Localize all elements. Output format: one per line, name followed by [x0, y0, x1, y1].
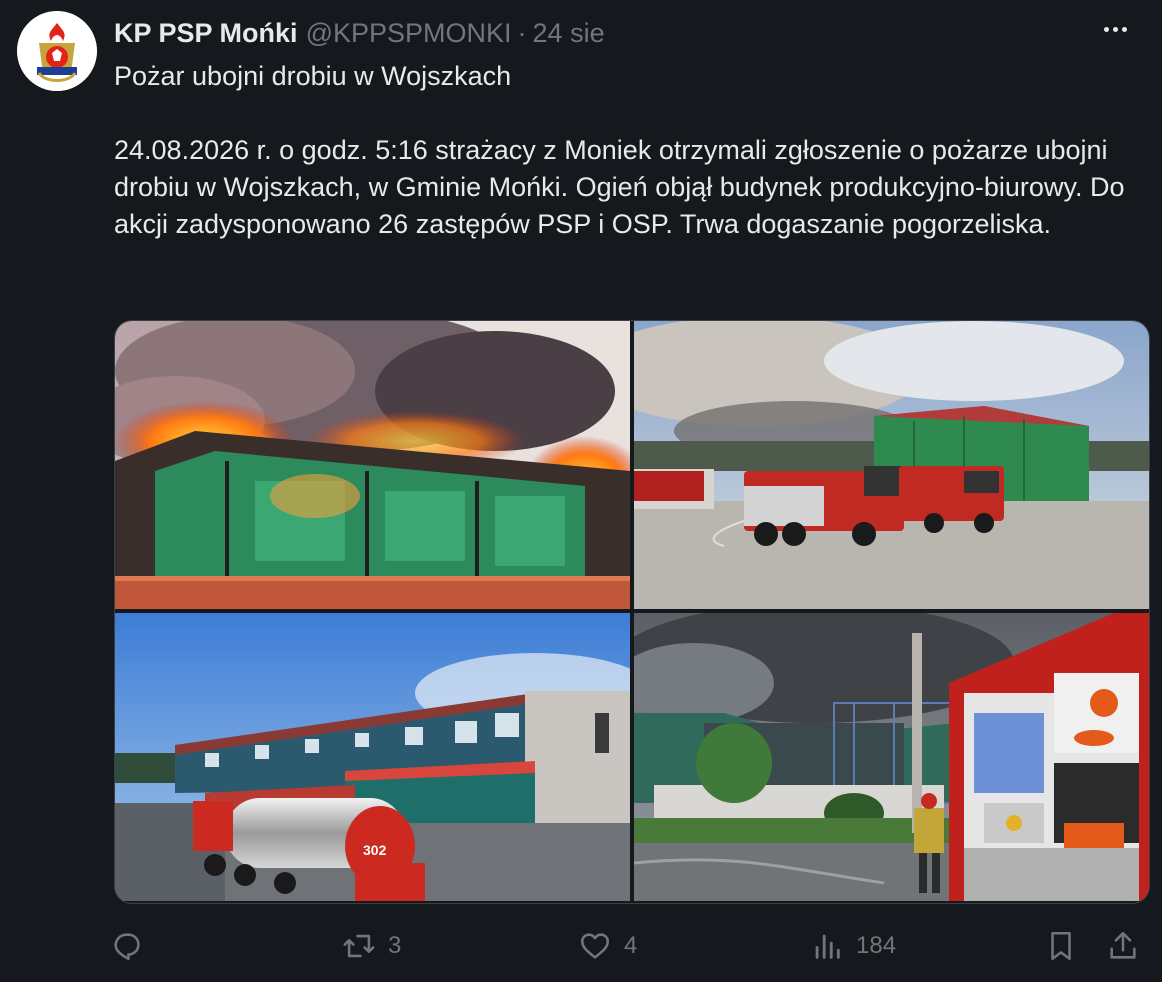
photo-burned-hall[interactable]: [634, 613, 1149, 901]
share-icon: [1110, 931, 1136, 959]
tweet-text: Pożar ubojni drobiu w Wojszkach 24.08.20…: [114, 61, 1125, 239]
retweet-count: 3: [388, 932, 402, 959]
author-name[interactable]: KP PSP Mońki: [114, 18, 298, 49]
tweet-timestamp[interactable]: 24 sie: [533, 18, 605, 49]
author-handle[interactable]: @KPPSPMONKI: [306, 18, 512, 49]
tanker-number: 302: [363, 842, 387, 858]
media-grid: 302: [114, 320, 1150, 904]
retweet-button[interactable]: 3: [342, 926, 401, 966]
psp-emblem-icon: [17, 11, 97, 91]
views-button[interactable]: 184: [810, 926, 896, 966]
heart-icon: [580, 933, 610, 959]
photo-fire-trucks[interactable]: [634, 321, 1149, 609]
share-button[interactable]: [1106, 926, 1140, 966]
more-icon[interactable]: [1098, 14, 1132, 44]
like-button[interactable]: 4: [578, 926, 637, 966]
separator-dot: ·: [517, 17, 527, 48]
views-icon: [815, 934, 840, 959]
reply-button[interactable]: [110, 926, 156, 966]
bookmark-icon: [1051, 931, 1071, 961]
avatar[interactable]: [17, 11, 97, 91]
like-count: 4: [624, 932, 638, 959]
photo-tanker-truck[interactable]: 302: [115, 613, 630, 901]
retweet-icon: [343, 934, 375, 958]
bookmark-button[interactable]: [1044, 926, 1078, 966]
photo-burning-building[interactable]: [115, 321, 630, 609]
reply-icon: [114, 933, 140, 961]
views-count: 184: [856, 932, 897, 959]
